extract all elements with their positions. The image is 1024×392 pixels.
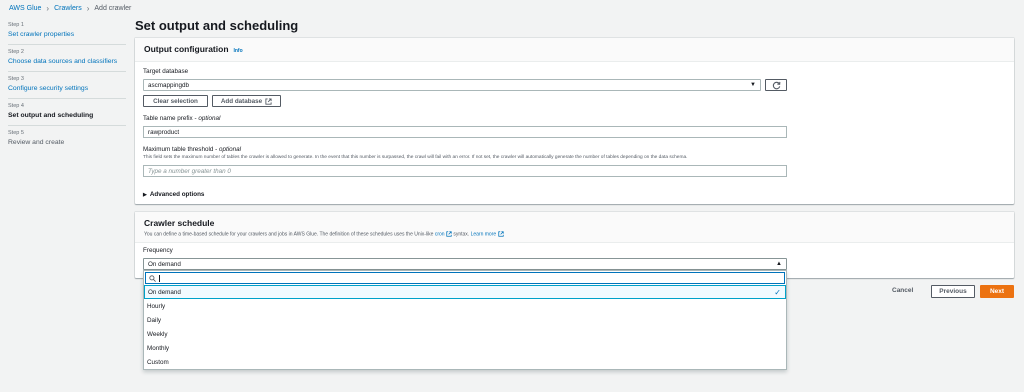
step-link-crawler-properties[interactable]: Set crawler properties: [8, 30, 126, 39]
option-on-demand[interactable]: On demand ✓: [144, 285, 786, 299]
output-configuration-panel: Output configuration Info: [135, 38, 1014, 204]
option-daily[interactable]: Daily: [144, 313, 786, 327]
search-icon: [149, 274, 156, 282]
breadcrumb: AWS Glue › Crawlers › Add crawler: [9, 4, 131, 13]
option-label: On demand: [148, 288, 181, 296]
wizard-steps: Step 1 Set crawler properties Step 2 Cho…: [8, 18, 126, 152]
clear-selection-button[interactable]: Clear selection: [143, 95, 208, 107]
option-label: Hourly: [147, 303, 166, 310]
advanced-options-label: Advanced options: [149, 191, 205, 198]
caret-right-icon: ▶: [143, 191, 147, 198]
panel-header: Crawler schedule You can define a time-b…: [135, 212, 1014, 244]
breadcrumb-aws-glue[interactable]: AWS Glue: [9, 5, 41, 12]
step-disabled-label: Review and create: [8, 139, 65, 146]
step-2: Step 2 Choose data sources and classifie…: [8, 45, 126, 72]
option-label: Daily: [147, 317, 161, 324]
table-prefix-input[interactable]: rawproduct: [143, 126, 787, 138]
add-database-label: Add database: [220, 97, 263, 105]
step-number: Step 3: [8, 76, 24, 82]
step-number: Step 1: [8, 22, 24, 28]
text-cursor: [159, 274, 160, 282]
checkmark-icon: ✓: [774, 287, 781, 297]
step-current-label: Set output and scheduling: [8, 112, 94, 119]
optional-text: optional: [218, 146, 242, 153]
schedule-description: You can define a time-based schedule for…: [144, 231, 1005, 237]
frequency-label: Frequency: [143, 247, 173, 254]
panel-title: Output configuration: [144, 44, 229, 54]
schedule-description-text: You can define a time-based schedule for…: [144, 231, 435, 238]
breadcrumb-current: Add crawler: [94, 5, 132, 12]
page-title: Set output and scheduling: [135, 18, 299, 33]
external-link-icon: [265, 97, 272, 105]
target-database-value: ascmappingdb: [148, 81, 189, 89]
step-link-security-settings[interactable]: Configure security settings: [8, 84, 126, 93]
option-label: Monthly: [147, 345, 170, 352]
option-hourly[interactable]: Hourly: [144, 299, 786, 313]
max-table-threshold-label-text: Maximum table threshold -: [143, 146, 219, 153]
add-database-button[interactable]: Add database: [212, 95, 281, 107]
external-link-icon: [497, 231, 504, 237]
frequency-value: On demand: [148, 260, 181, 268]
target-database-label: Target database: [143, 68, 189, 75]
dropdown-search-input[interactable]: [145, 272, 785, 284]
cron-link[interactable]: cron: [435, 231, 445, 237]
target-database-select[interactable]: ascmappingdb ▼: [143, 79, 761, 91]
step-link-data-sources[interactable]: Choose data sources and classifiers: [8, 57, 126, 66]
step-4: Step 4 Set output and scheduling: [8, 99, 126, 126]
next-button[interactable]: Next: [980, 285, 1014, 298]
chevron-right-icon: ›: [86, 4, 90, 13]
step-number: Step 5: [8, 130, 24, 136]
chevron-right-icon: ›: [46, 4, 50, 13]
refresh-button[interactable]: [765, 79, 787, 91]
step-5: Step 5 Review and create: [8, 126, 126, 152]
caret-up-icon: ▲: [776, 261, 782, 267]
step-3: Step 3 Configure security settings: [8, 72, 126, 99]
schedule-description-mid: syntax.: [451, 231, 471, 238]
optional-text: optional: [198, 115, 221, 122]
step-1: Step 1 Set crawler properties: [8, 18, 126, 45]
panel-header: Output configuration Info: [135, 38, 1014, 62]
table-prefix-label-text: Table name prefix -: [143, 115, 199, 122]
option-label: Custom: [147, 359, 169, 366]
option-monthly[interactable]: Monthly: [144, 341, 786, 355]
breadcrumb-crawlers[interactable]: Crawlers: [54, 5, 82, 12]
previous-button[interactable]: Previous: [931, 285, 975, 298]
frequency-dropdown-list: On demand ✓ Hourly Daily Weekly Monthly …: [143, 270, 787, 370]
info-link[interactable]: Info: [233, 48, 242, 54]
advanced-options-toggle[interactable]: ▶ Advanced options: [143, 191, 204, 198]
table-prefix-label: Table name prefix - optional: [143, 115, 220, 122]
learn-more-link[interactable]: Learn more: [471, 231, 497, 237]
caret-down-icon: ▼: [750, 82, 756, 88]
step-number: Step 2: [8, 49, 24, 55]
max-table-threshold-label: Maximum table threshold - optional: [143, 146, 241, 153]
refresh-icon: [772, 81, 780, 89]
max-table-threshold-help: This field sets the maximum number of ta…: [143, 155, 688, 160]
cancel-button[interactable]: Cancel: [892, 287, 913, 294]
step-number: Step 4: [8, 103, 24, 109]
max-table-threshold-input[interactable]: Type a number greater than 0: [143, 165, 787, 177]
frequency-select[interactable]: On demand ▲: [143, 258, 787, 270]
option-custom[interactable]: Custom: [144, 355, 786, 369]
option-label: Weekly: [147, 331, 168, 338]
option-weekly[interactable]: Weekly: [144, 327, 786, 341]
panel-title: Crawler schedule: [144, 218, 215, 228]
clear-selection-label: Clear selection: [153, 97, 198, 105]
